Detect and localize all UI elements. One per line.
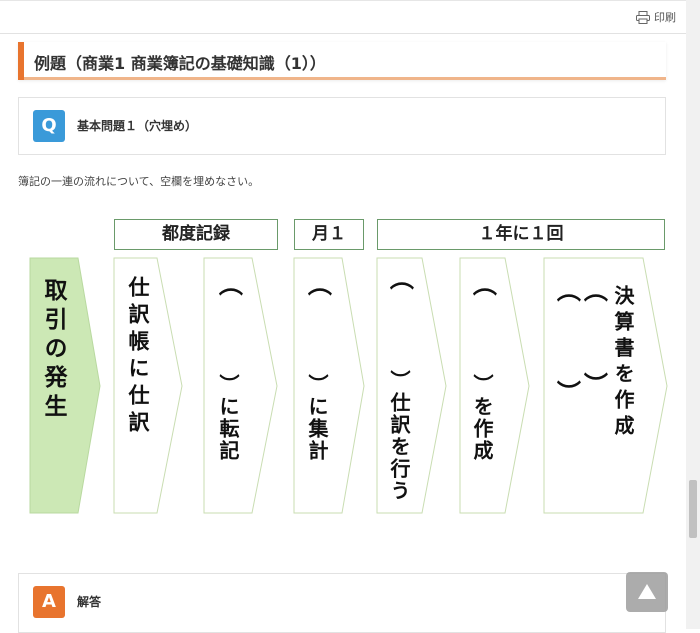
step-6-text: ）を作成 <box>470 374 494 462</box>
step-arrow-3 <box>203 257 278 514</box>
step-1-text: 取引の発生 <box>40 278 66 423</box>
step-6-open-paren: （ <box>470 272 498 296</box>
step-5-open-paren: （ <box>387 266 415 290</box>
step-4-open-paren: （ <box>305 272 333 296</box>
step-3-text: ）に転記 <box>216 374 240 462</box>
answer-badge: A <box>33 586 65 618</box>
step-2-text: 仕訳帳に仕訳 <box>126 276 150 438</box>
back-to-top-button[interactable] <box>626 572 668 612</box>
step-5-text: ）仕訳を行う <box>387 370 411 502</box>
step-7-text: 決算書を作成 <box>611 285 635 441</box>
answer-label: 解答 <box>77 595 102 609</box>
arrow-up-icon <box>638 584 656 599</box>
flow-diagram <box>29 257 668 514</box>
scrollbar-thumb[interactable] <box>689 480 697 538</box>
answer-box: A 解答 <box>18 573 666 633</box>
scrollbar[interactable] <box>686 0 700 629</box>
step-7-close-paren-2: ） <box>581 372 609 396</box>
step-7-close-paren-1: ） <box>554 380 582 404</box>
step-4-text: ）に集計 <box>305 374 329 462</box>
step-7-open-paren-1: （ <box>554 278 582 302</box>
step-7-open-paren-2: （ <box>581 278 609 302</box>
step-3-open-paren: （ <box>216 272 244 296</box>
